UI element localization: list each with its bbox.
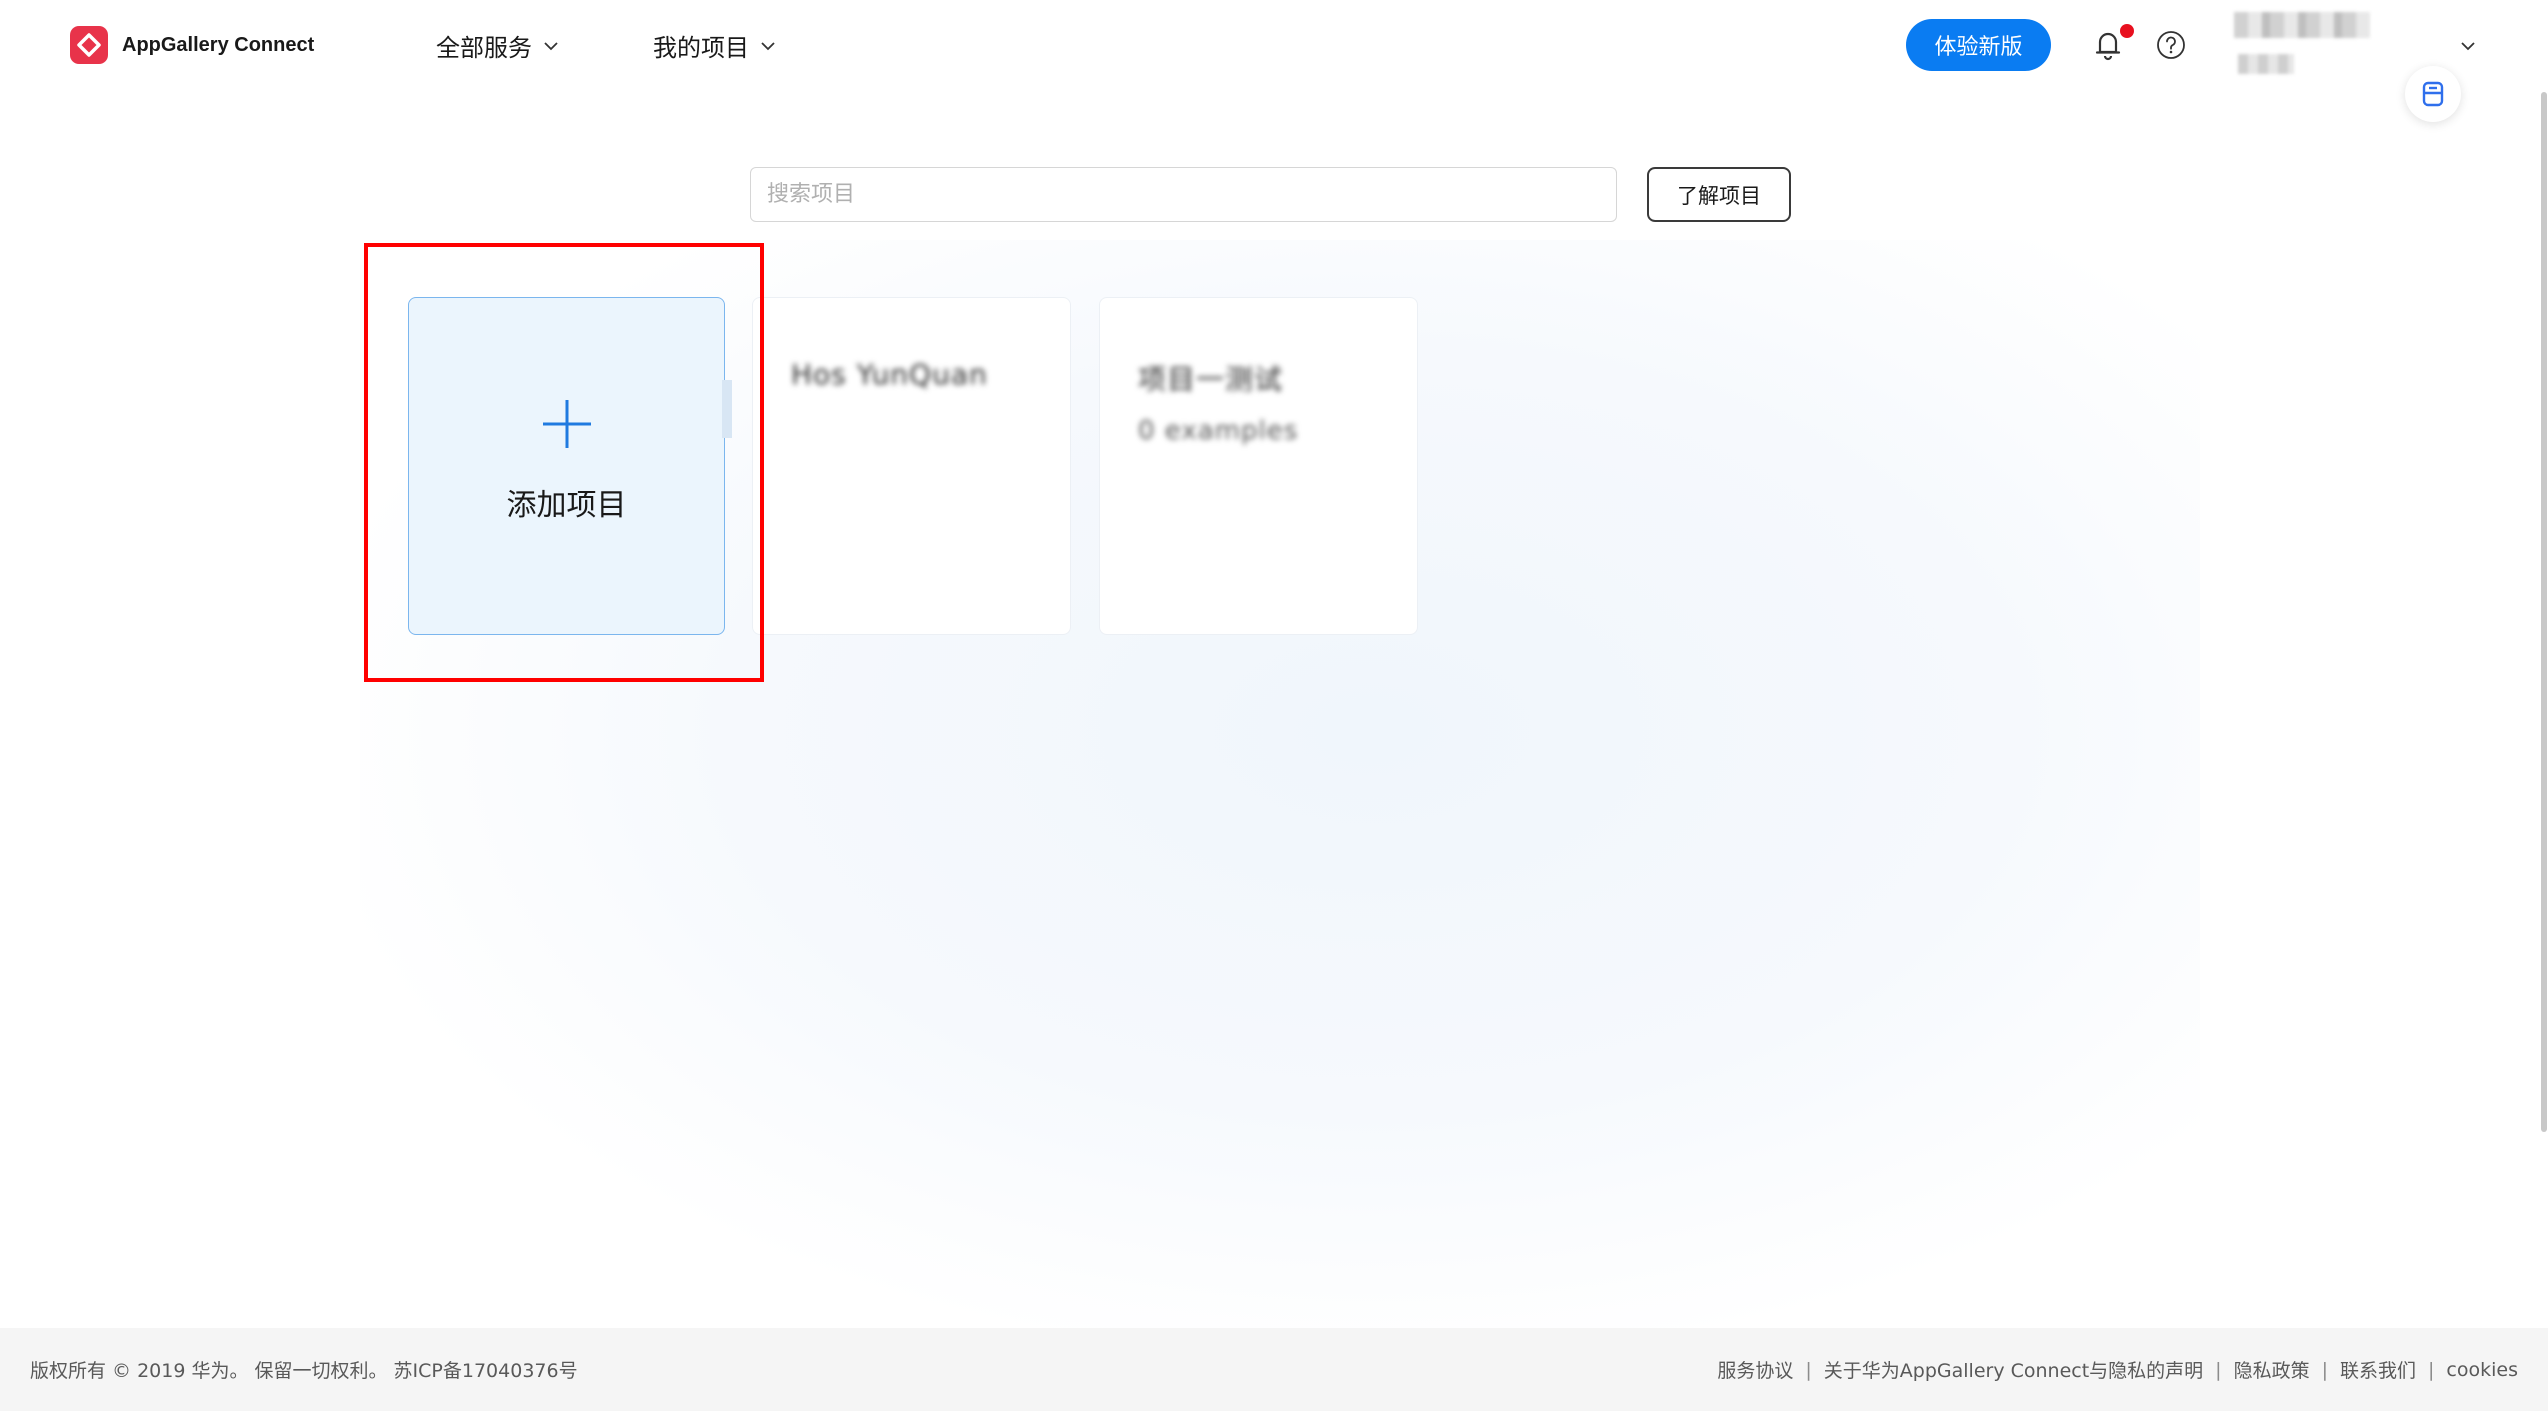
search-projects-input[interactable] [750, 167, 1617, 222]
chevron-down-icon [761, 41, 775, 50]
help-icon[interactable] [2155, 29, 2187, 61]
user-id-redacted [2238, 54, 2294, 74]
footer-link-terms[interactable]: 服务协议 [1717, 1356, 1793, 1383]
footer-link-cookies[interactable]: cookies [2446, 1359, 2518, 1381]
appgallery-logo-icon [70, 26, 108, 64]
footer-separator: | [2215, 1358, 2222, 1381]
project-card[interactable]: Hos YunQuan [752, 297, 1071, 635]
footer-link-privacy-statement[interactable]: 关于华为AppGallery Connect与隐私的声明 [1824, 1356, 2203, 1383]
project-card[interactable]: 项目一测试 0 examples [1099, 297, 1418, 635]
project-name: 项目一测试 [1138, 363, 1284, 396]
chevron-down-icon [544, 41, 558, 50]
footer-links: 服务协议 | 关于华为AppGallery Connect与隐私的声明 | 隐私… [1717, 1356, 2518, 1383]
page-scrollbar[interactable] [2541, 92, 2547, 1132]
nav-my-projects-label: 我的项目 [653, 34, 749, 62]
add-project-card[interactable]: 添加项目 [408, 297, 725, 635]
nav-my-projects[interactable]: 我的项目 [653, 28, 777, 63]
footer-link-privacy-policy[interactable]: 隐私政策 [2234, 1356, 2310, 1383]
copyright-text: 版权所有 © 2019 华为。 保留一切权利。 苏ICP备17040376号 [30, 1360, 578, 1382]
footer-separator: | [2321, 1358, 2328, 1381]
footer-link-contact[interactable]: 联系我们 [2340, 1356, 2416, 1383]
page-footer: 版权所有 © 2019 华为。 保留一切权利。 苏ICP备17040376号 服… [0, 1328, 2548, 1411]
plus-icon [542, 400, 591, 448]
notification-badge [2120, 24, 2134, 38]
nav-all-services-label: 全部服务 [436, 34, 532, 62]
nav-all-services[interactable]: 全部服务 [436, 28, 560, 63]
footer-separator: | [1805, 1358, 1812, 1381]
add-project-label: 添加项目 [506, 488, 627, 523]
project-name: Hos YunQuan [791, 358, 988, 391]
app-name: AppGallery Connect [122, 33, 315, 56]
try-new-version-button[interactable]: 体验新版 [1906, 19, 2051, 71]
card-scroll-indicator [722, 380, 732, 438]
account-chevron-down-icon[interactable] [2458, 36, 2478, 56]
notification-bell-icon[interactable] [2092, 28, 2124, 62]
floating-assistant-button[interactable] [2405, 66, 2461, 122]
app-logo[interactable]: AppGallery Connect [70, 26, 314, 64]
learn-projects-button[interactable]: 了解项目 [1647, 167, 1791, 222]
footer-separator: | [2428, 1358, 2435, 1381]
project-subtitle: 0 examples [1138, 416, 1299, 446]
top-header: AppGallery Connect 全部服务 我的项目 体验新版 [0, 0, 2548, 92]
user-name-redacted[interactable] [2234, 12, 2370, 38]
document-icon [2422, 81, 2444, 107]
